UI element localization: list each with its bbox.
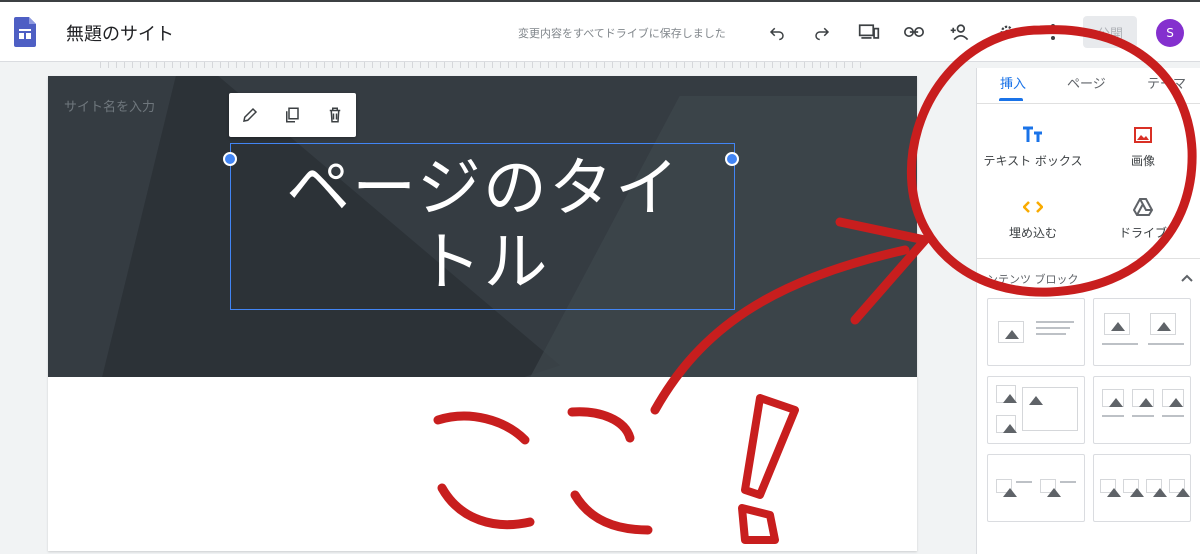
tab-themes[interactable]: テーマ (1147, 73, 1186, 92)
undo-icon[interactable] (764, 19, 790, 45)
content-blocks-heading: ンテンツ ブロック (987, 273, 1079, 286)
tab-pages[interactable]: ページ (1067, 73, 1106, 92)
content-block-layout[interactable] (987, 454, 1085, 522)
image-icon (1087, 124, 1199, 146)
avatar[interactable]: S (1156, 19, 1184, 47)
redo-icon[interactable] (809, 19, 835, 45)
google-sites-logo-icon[interactable] (14, 17, 36, 47)
horizontal-ruler (100, 62, 865, 68)
more-vert-icon[interactable] (1040, 19, 1066, 45)
image-placeholder-icon (1162, 389, 1184, 407)
image-placeholder-icon (996, 415, 1017, 433)
insert-item-label: テキスト ボックス (983, 154, 1083, 168)
content-block-layout[interactable] (1093, 298, 1191, 366)
drive-icon (1087, 196, 1199, 218)
page-title-textbox[interactable]: ページのタイ トル (230, 143, 735, 310)
text-line (1162, 415, 1184, 417)
text-line (1036, 327, 1070, 329)
text-box-icon (977, 124, 1089, 146)
text-line (1132, 415, 1154, 417)
image-placeholder-icon (1100, 479, 1121, 497)
active-tab-indicator (999, 98, 1023, 101)
image-placeholder-icon (1169, 479, 1190, 497)
divider (977, 258, 1200, 259)
delete-icon[interactable] (324, 104, 346, 126)
image-placeholder-icon (996, 385, 1017, 403)
page-title[interactable]: ページのタイ トル (231, 152, 736, 300)
top-bar: 無題のサイト 変更内容をすべてドライブに保存しました 公開 S (0, 0, 1200, 62)
image-placeholder-icon (1146, 479, 1167, 497)
text-line (1016, 481, 1032, 483)
tab-insert[interactable]: 挿入 (1000, 73, 1026, 92)
image-placeholder-icon (998, 321, 1024, 343)
image-placeholder-icon (1104, 313, 1130, 335)
page-title-line: ページのタイ (286, 152, 681, 226)
side-panel: 挿入 ページ テーマ テキスト ボックス 画像 埋め込む ドライブ ンテンツ ブ… (976, 68, 1200, 554)
image-placeholder-icon (1123, 479, 1144, 497)
insert-drive[interactable]: ドライブ (1087, 196, 1199, 241)
insert-item-label: 埋め込む (1008, 226, 1057, 240)
text-line (1036, 321, 1074, 323)
preview-devices-icon[interactable] (856, 19, 882, 45)
text-line (1148, 343, 1184, 345)
header-section[interactable]: サイト名を入力 ページのタイ トル (48, 76, 917, 377)
insert-item-label: 画像 (1130, 154, 1155, 168)
image-placeholder-icon (1102, 389, 1124, 407)
element-toolbar (229, 93, 356, 137)
add-person-icon[interactable] (947, 19, 973, 45)
image-placeholder-icon (1150, 313, 1176, 335)
insert-text-box[interactable]: テキスト ボックス (977, 124, 1089, 169)
site-title[interactable]: 無題のサイト (66, 20, 174, 46)
content-block-layout[interactable] (987, 376, 1085, 444)
publish-button[interactable]: 公開 (1083, 16, 1137, 48)
text-line (1102, 415, 1124, 417)
content-block-layout[interactable] (987, 298, 1085, 366)
save-status: 変更内容をすべてドライブに保存しました (518, 27, 726, 40)
image-placeholder-icon (996, 479, 1017, 497)
copy-icon[interactable] (281, 104, 303, 126)
image-placeholder-icon (1040, 479, 1061, 497)
image-placeholder-icon (1132, 389, 1154, 407)
insert-image[interactable]: 画像 (1087, 124, 1199, 169)
text-line (1060, 481, 1076, 483)
insert-embed[interactable]: 埋め込む (977, 196, 1089, 241)
site-page: サイト名を入力 ページのタイ トル (48, 76, 917, 551)
embed-icon (977, 196, 1089, 218)
page-title-line: トル (417, 226, 550, 300)
content-block-layout[interactable] (1093, 376, 1191, 444)
link-icon[interactable] (901, 19, 927, 45)
settings-icon[interactable] (994, 19, 1020, 45)
text-line (1102, 343, 1138, 345)
resize-handle-left[interactable] (223, 152, 237, 166)
edit-icon[interactable] (239, 104, 261, 126)
image-placeholder-icon (1022, 387, 1078, 431)
text-line (1036, 333, 1066, 335)
site-name-input[interactable]: サイト名を入力 (64, 96, 155, 115)
panel-tabs: 挿入 ページ テーマ (977, 68, 1200, 104)
insert-item-label: ドライブ (1118, 226, 1167, 240)
chevron-up-icon[interactable] (1181, 268, 1193, 287)
content-block-layout[interactable] (1093, 454, 1191, 522)
resize-handle-right[interactable] (725, 152, 739, 166)
